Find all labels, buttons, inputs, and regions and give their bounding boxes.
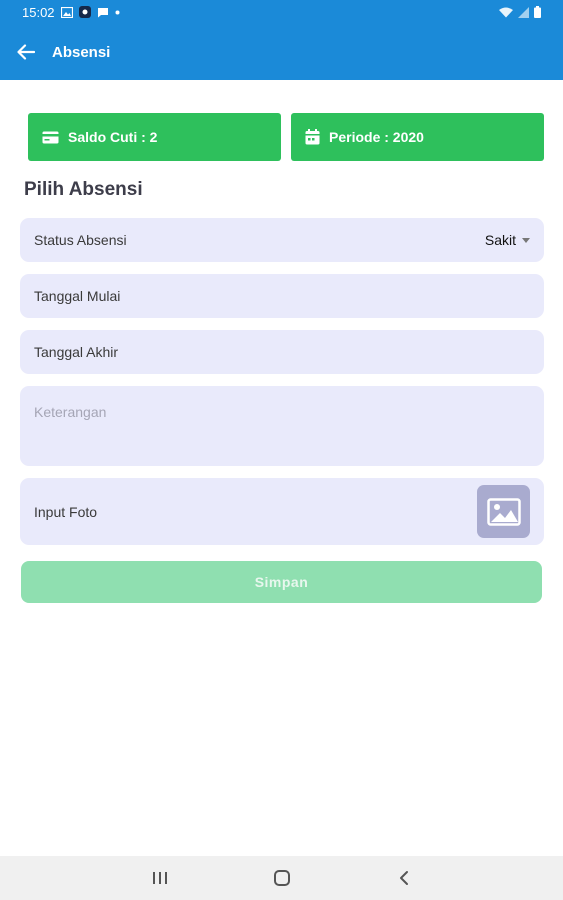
status-left: 15:02 <box>22 5 120 20</box>
home-icon <box>273 870 290 886</box>
recents-button[interactable] <box>99 856 221 900</box>
input-foto-field: Input Foto <box>20 478 544 545</box>
system-nav-bar <box>0 856 563 900</box>
arrow-left-icon <box>17 44 35 60</box>
periode-card: Periode : 2020 <box>291 113 544 161</box>
image-icon <box>60 6 73 18</box>
keterangan-placeholder: Keterangan <box>34 404 107 420</box>
tanggal-akhir-field[interactable]: Tanggal Akhir <box>20 330 544 374</box>
status-time: 15:02 <box>22 4 55 20</box>
tanggal-akhir-label: Tanggal Akhir <box>34 344 119 360</box>
home-button[interactable] <box>221 856 343 900</box>
status-bar: 15:02 <box>0 0 563 24</box>
caret-down-icon <box>522 237 530 243</box>
signal-icon <box>518 6 529 18</box>
photo-picker-button[interactable] <box>477 485 530 538</box>
back-icon <box>399 871 408 885</box>
keterangan-field[interactable]: Keterangan <box>20 386 544 466</box>
page-title: Absensi <box>52 43 111 61</box>
save-button[interactable]: Simpan <box>21 561 542 603</box>
app-bar: Absensi <box>0 24 563 80</box>
periode-label: Periode : 2020 <box>329 129 424 145</box>
dot-icon <box>115 10 120 15</box>
wifi-icon <box>499 7 513 18</box>
image-icon <box>486 497 521 526</box>
battery-icon <box>534 6 541 18</box>
status-dropdown[interactable]: Sakit <box>485 232 530 248</box>
app-badge-icon <box>78 6 91 18</box>
status-dropdown-value: Sakit <box>484 232 516 248</box>
status-absensi-label: Status Absensi <box>34 232 127 248</box>
input-foto-label: Input Foto <box>34 503 98 520</box>
status-right <box>499 6 541 18</box>
recents-icon <box>152 872 167 884</box>
tanggal-mulai-label: Tanggal Mulai <box>34 288 121 304</box>
nav-back-button[interactable] <box>343 856 465 900</box>
message-icon <box>97 7 109 18</box>
status-absensi-field[interactable]: Status Absensi Sakit <box>20 218 544 262</box>
saldo-cuti-label: Saldo Cuti : 2 <box>68 129 158 145</box>
calendar-icon <box>305 129 320 145</box>
card-icon <box>42 131 59 143</box>
section-title: Pilih Absensi <box>24 179 143 200</box>
back-button[interactable] <box>8 34 44 70</box>
tanggal-mulai-field[interactable]: Tanggal Mulai <box>20 274 544 318</box>
info-cards: Saldo Cuti : 2 Periode : 2020 <box>28 113 544 161</box>
saldo-cuti-card: Saldo Cuti : 2 <box>28 113 281 161</box>
